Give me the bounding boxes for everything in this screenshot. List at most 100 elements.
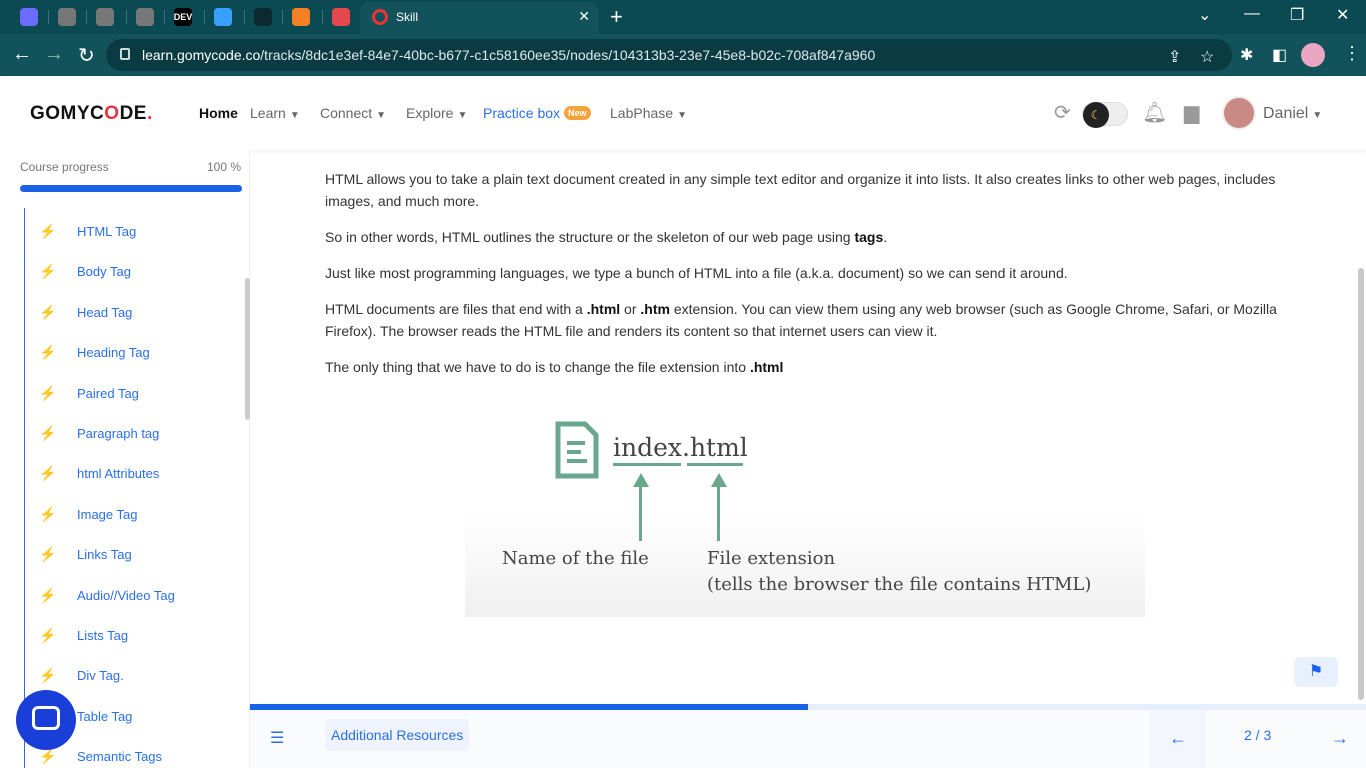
sidebar-lesson-item[interactable]: ⚡ html Attributes (25, 462, 235, 486)
opera-icon (372, 9, 388, 25)
previous-button[interactable]: ← (1150, 710, 1206, 768)
sidebar-lesson-item[interactable]: ⚡ Links Tag (25, 543, 235, 567)
dark-site-icon[interactable] (254, 8, 272, 26)
sidebar-lesson-item[interactable]: ⚡ Body Tag (25, 260, 235, 284)
address-bar[interactable]: learn.gomycode.co/tracks/8dc1e3ef-84e7-4… (106, 39, 1232, 71)
lesson-label: Paragraph tag (77, 426, 160, 441)
bolt-icon: ⚡ (39, 667, 57, 684)
shield-icon[interactable] (332, 8, 350, 26)
lesson-label: Audio//Video Tag (77, 587, 175, 603)
forward-button[interactable]: → (44, 43, 64, 66)
dark-mode-toggle[interactable]: ☾ (1082, 102, 1128, 128)
tab-separator (322, 10, 323, 24)
document-icon (555, 421, 599, 479)
nav-learn[interactable]: Learn ▼ (250, 105, 300, 121)
lesson-label: Div Tag. (77, 668, 124, 684)
tab-separator (244, 10, 245, 24)
paragraph: So in other words, HTML outlines the str… (325, 229, 888, 245)
bolt-icon: ⚡ (39, 465, 57, 482)
browser-menu-icon[interactable]: ⋮ (1343, 43, 1361, 64)
sidebar-lesson-item[interactable]: ⚡ Head Tag (25, 301, 235, 325)
sidebar-lesson-item[interactable]: ⚡ Lists Tag (25, 624, 235, 648)
sidebar-lesson-item[interactable]: ⚡ Image Tag (25, 503, 235, 527)
app-icon[interactable] (20, 8, 38, 26)
lesson-list: ⚡ HTML Tag ⚡ Body Tag ⚡ Head Tag ⚡ Heading Tag ⚡… (24, 208, 244, 768)
extensions-icon[interactable]: ✱ (1240, 45, 1253, 65)
nav-learn-label: Learn (250, 105, 286, 121)
restore-button[interactable]: ❐ (1290, 5, 1304, 25)
tab-separator (126, 10, 127, 24)
chat-icon[interactable]: ▆ (1184, 100, 1199, 125)
globe-icon[interactable] (96, 8, 114, 26)
bolt-icon: ⚡ (39, 303, 57, 320)
nav-labphase[interactable]: LabPhase ▼ (610, 105, 687, 121)
sidebar-lesson-item[interactable]: ⚡ Heading Tag (25, 341, 235, 365)
table-of-contents-icon[interactable]: ☰ (270, 728, 284, 748)
paragraph: Just like most programming languages, we… (325, 265, 1068, 281)
filename-dot: . (682, 433, 690, 462)
close-window-button[interactable]: ✕ (1336, 5, 1349, 25)
lesson-label: Lists Tag (77, 628, 129, 643)
user-avatar[interactable] (1222, 96, 1256, 130)
ext-underline (687, 463, 743, 466)
bell-icon[interactable]: 🔔︎ (1142, 100, 1167, 125)
chevron-down-icon: ▼ (289, 110, 300, 121)
globe-icon[interactable] (58, 8, 76, 26)
bolt-icon: ⚡ (39, 586, 57, 603)
stackoverflow-icon[interactable] (292, 8, 310, 26)
side-panel-icon[interactable]: ◧ (1272, 45, 1287, 65)
url-text[interactable]: learn.gomycode.co/tracks/8dc1e3ef-84e7-4… (142, 47, 875, 63)
sidebar-lesson-item[interactable]: ⚡ HTML Tag (25, 220, 235, 244)
flag-icon: ⚑ (1308, 663, 1324, 680)
gomycode-logo[interactable]: GOMYCODE. (30, 103, 153, 125)
nav-connect-label: Connect (320, 105, 373, 121)
chevron-down-icon: ▼ (677, 110, 687, 121)
sidebar-lesson-item[interactable]: ⚡ Semantic Tags (25, 745, 235, 768)
support-chat-button[interactable] (16, 690, 76, 750)
profile-avatar[interactable] (1301, 43, 1325, 67)
paragraph: HTML allows you to take a plain text doc… (325, 171, 1276, 209)
lesson-label: Links Tag (77, 547, 132, 563)
sidebar-scrollbar[interactable] (245, 278, 250, 420)
additional-resources-button[interactable]: Additional Resources (325, 719, 470, 751)
report-flag-button[interactable]: ⚑ (1294, 657, 1338, 687)
nav-connect[interactable]: Connect ▼ (320, 105, 386, 121)
name-label: Name of the file (502, 548, 649, 569)
lesson-label: Heading Tag (77, 345, 150, 361)
reload-button[interactable]: ↻ (78, 43, 95, 68)
gauge-icon[interactable] (214, 8, 232, 26)
user-menu[interactable]: Daniel ▼ (1263, 105, 1322, 123)
file-extension-figure: index.html Name of the file File extensi… (465, 405, 1145, 617)
nav-explore[interactable]: Explore ▼ (406, 105, 467, 121)
tab-search-chevron-icon[interactable]: ⌄ (1198, 5, 1211, 25)
sidebar-lesson-item[interactable]: ⚡ Div Tag. (25, 664, 235, 688)
sidebar-lesson-item[interactable]: ⚡ Paired Tag (25, 382, 235, 406)
lesson-content: HTML allows you to take a plain text doc… (325, 168, 1285, 392)
course-progress-bar (20, 185, 242, 192)
sidebar-lesson-item[interactable]: ⚡ Audio//Video Tag (25, 584, 235, 608)
share-icon[interactable]: ⇪ (1168, 47, 1181, 67)
minimize-button[interactable]: — (1244, 5, 1260, 23)
page-indicator: 2 / 3 (1244, 727, 1272, 743)
sidebar-lesson-item[interactable]: ⚡ Paragraph tag (25, 422, 235, 446)
nav-practice-box[interactable]: Practice box New (483, 105, 591, 121)
nav-home[interactable]: Home (199, 105, 238, 121)
ext-description: (tells the browser the file contains HTM… (707, 574, 1092, 595)
filename-text: index.html (613, 433, 748, 462)
sync-icon[interactable]: ⟳ (1054, 100, 1071, 125)
bolt-icon: ⚡ (39, 546, 57, 563)
globe-icon[interactable] (136, 8, 154, 26)
page-scrollbar[interactable] (1358, 268, 1364, 700)
bolt-icon: ⚡ (39, 748, 57, 765)
active-tab[interactable]: Skill ✕ (360, 2, 598, 34)
lesson-label: HTML Tag (77, 224, 137, 239)
lesson-label: Head Tag (77, 304, 133, 320)
next-button[interactable]: → (1314, 710, 1366, 768)
back-button[interactable]: ← (12, 43, 32, 66)
close-tab-icon[interactable]: ✕ (578, 8, 590, 25)
name-arrow (639, 485, 642, 541)
dev-icon[interactable]: DEV (174, 8, 192, 26)
bookmark-star-icon[interactable]: ☆ (1200, 47, 1214, 67)
browser-tab-bar: DEV Skill ✕ + ⌄ — ❐ ✕ (0, 0, 1366, 34)
new-tab-button[interactable]: + (610, 4, 623, 30)
